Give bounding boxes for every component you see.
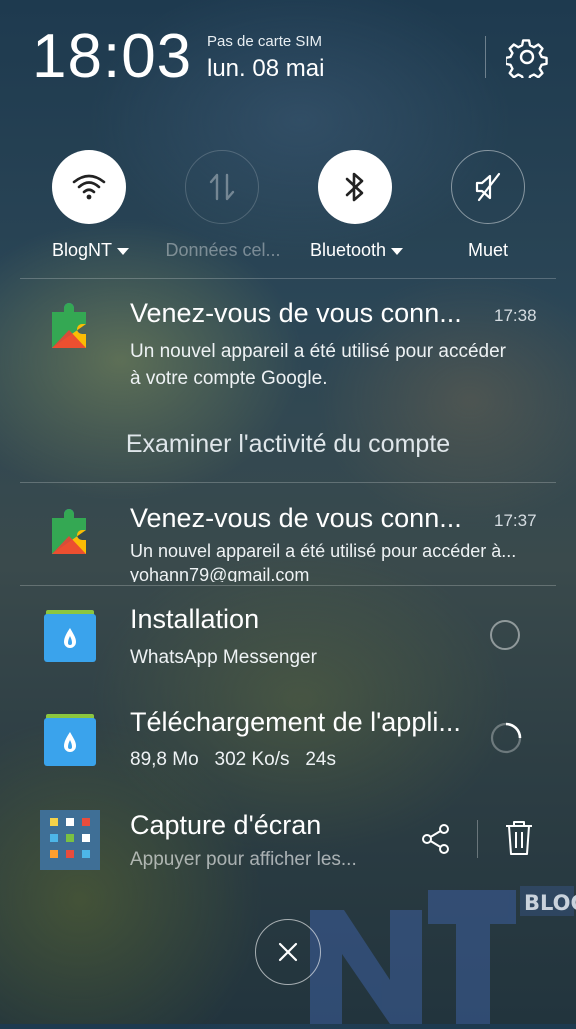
close-icon	[278, 942, 298, 962]
share-icon[interactable]	[419, 822, 453, 856]
google-play-services-icon	[48, 302, 94, 352]
notification-title[interactable]: Téléchargement de l'appli...	[130, 707, 461, 738]
app-installer-icon	[42, 608, 98, 664]
notification-time: 17:38	[494, 306, 537, 325]
wifi-icon	[72, 174, 106, 200]
mobile-data-toggle[interactable]	[185, 150, 259, 224]
google-play-services-icon	[48, 508, 94, 558]
mobile-data-label[interactable]: Données cel...	[162, 240, 284, 261]
sim-status: Pas de carte SIM	[207, 33, 323, 50]
bluetooth-toggle-label[interactable]: Bluetooth	[310, 240, 420, 261]
download-stats: 89,8 Mo 302 Ko/s 24s	[130, 746, 336, 773]
notification-time: 17:37	[494, 511, 537, 530]
wifi-toggle-label[interactable]: BlogNT	[52, 240, 142, 261]
delete-icon[interactable]	[503, 820, 535, 856]
wifi-toggle[interactable]	[52, 150, 126, 224]
date[interactable]: lun. 08 mai	[207, 55, 324, 83]
download-progress-spinner-icon	[489, 721, 523, 755]
chevron-down-icon	[117, 247, 130, 255]
notification-account-email: yohann79@gmail.com	[130, 565, 310, 582]
bluetooth-toggle[interactable]	[318, 150, 392, 224]
mobile-data-icon	[209, 173, 235, 201]
notification-body[interactable]: Un nouvel appareil a été utilisé pour ac…	[130, 338, 510, 392]
app-installer-icon	[42, 712, 98, 768]
divider	[20, 482, 556, 483]
mute-toggle[interactable]	[451, 150, 525, 224]
divider	[20, 585, 556, 586]
divider	[20, 278, 556, 279]
download-eta: 24s	[305, 749, 336, 770]
clock: 18:03	[32, 22, 193, 91]
bluetooth-icon	[345, 172, 364, 202]
review-account-activity-button[interactable]: Examiner l'activité du compte	[0, 430, 576, 459]
screenshot-thumbnail	[40, 810, 100, 870]
download-size: 89,8 Mo	[130, 749, 199, 770]
mute-icon	[475, 172, 501, 202]
notification-body[interactable]: Un nouvel appareil a été utilisé pour ac…	[130, 538, 516, 565]
notification-body[interactable]: WhatsApp Messenger	[130, 644, 317, 671]
header-divider	[485, 36, 486, 78]
notification-title[interactable]: Installation	[130, 604, 259, 635]
download-speed: 302 Ko/s	[214, 749, 290, 770]
notification-title[interactable]: Venez-vous de vous conn...	[130, 503, 462, 534]
watermark-text: BLOG	[524, 891, 576, 915]
blognt-watermark-logo: BLOG	[310, 880, 576, 1024]
notification-title[interactable]: Venez-vous de vous conn...	[130, 298, 462, 329]
mute-label[interactable]: Muet	[451, 240, 525, 261]
notification-body[interactable]: Appuyer pour afficher les...	[130, 846, 357, 873]
action-divider	[477, 820, 478, 858]
chevron-down-icon	[391, 247, 404, 255]
pending-progress-icon	[490, 620, 520, 650]
notification-title[interactable]: Capture d'écran	[130, 810, 321, 841]
clear-all-button[interactable]	[255, 919, 321, 985]
settings-gear-icon[interactable]	[504, 36, 548, 83]
